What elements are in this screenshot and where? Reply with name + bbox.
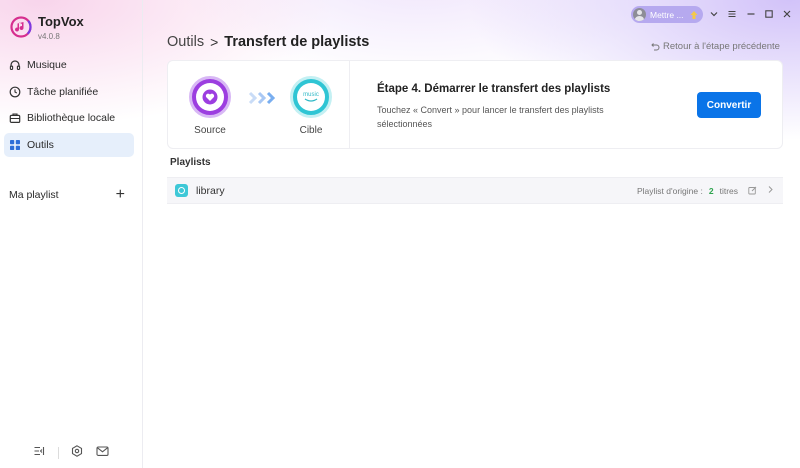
- avatar: [633, 8, 646, 21]
- breadcrumb-root[interactable]: Outils: [167, 34, 204, 50]
- step-description: Touchez « Convert » pour lancer le trans…: [377, 105, 604, 129]
- sidebar-item-musique[interactable]: Musique: [4, 53, 134, 77]
- sidebar-item-outils[interactable]: Outils: [4, 132, 134, 157]
- sidebar-collapse-icon[interactable]: [33, 444, 45, 462]
- menu-icon[interactable]: [726, 8, 738, 20]
- target-service-badge: music: [290, 76, 332, 118]
- breadcrumb: Outils > Transfert de playlists: [167, 32, 369, 52]
- briefcase-icon: [9, 112, 21, 124]
- mail-icon[interactable]: [96, 444, 109, 462]
- transfer-arrows-icon: [248, 91, 276, 105]
- headphones-icon: [9, 59, 21, 71]
- playlist-service-icon: [175, 184, 188, 197]
- sidebar-footer: [33, 444, 109, 462]
- edit-icon[interactable]: [748, 186, 757, 195]
- topvox-logo-icon: [10, 16, 32, 38]
- transfer-flow: music Source Cible: [168, 61, 350, 148]
- chevron-down-icon[interactable]: [708, 8, 720, 20]
- playlist-origin-label: Playlist d'origine :: [636, 185, 703, 196]
- playlist-row[interactable]: library Playlist d'origine : 2 titres: [167, 177, 783, 204]
- maximize-icon[interactable]: [763, 8, 775, 20]
- add-playlist-button[interactable]: +: [116, 187, 125, 203]
- app-window: TopVox v4.0.8 Musique Tâche planifiée Bi…: [0, 0, 800, 468]
- target-label: Cible: [299, 125, 323, 136]
- user-account-button[interactable]: Mettre ...: [631, 6, 703, 23]
- playlists-section-title: Playlists: [170, 157, 211, 168]
- heart-icon: [202, 89, 218, 105]
- amazon-music-logo-icon: music: [297, 83, 325, 111]
- source-label: Source: [194, 125, 226, 136]
- app-logo: TopVox v4.0.8: [10, 14, 84, 42]
- playlist-name: library: [196, 184, 225, 197]
- chevron-right-icon[interactable]: [767, 185, 774, 197]
- convert-button[interactable]: Convertir: [697, 92, 761, 118]
- undo-icon: [651, 43, 660, 51]
- breadcrumb-separator: >: [210, 34, 219, 50]
- back-to-previous-step-link[interactable]: Retour à l'étape précédente: [651, 41, 780, 52]
- sidebar-item-bibliotheque-locale[interactable]: Bibliothèque locale: [4, 106, 134, 130]
- transfer-step-card: music Source Cible Étape 4. Démarrer le …: [167, 60, 783, 149]
- user-label: Mettre ...: [650, 9, 684, 20]
- close-icon[interactable]: [781, 8, 793, 20]
- playlist-meta: Playlist d'origine : 2 titres: [637, 186, 738, 196]
- page-title: Transfert de playlists: [224, 34, 370, 50]
- sidebar-item-label: Bibliothèque locale: [27, 112, 116, 125]
- app-version: v4.0.8: [38, 32, 60, 41]
- sidebar-nav: Musique Tâche planifiée Bibliothèque loc…: [4, 53, 134, 159]
- clock-icon: [9, 86, 21, 98]
- sidebar-item-label: Musique: [27, 59, 67, 71]
- playlist-track-unit: titres: [719, 185, 738, 196]
- sidebar-item-tache-planifiee[interactable]: Tâche planifiée: [4, 80, 134, 104]
- sidebar-item-label: Tâche planifiée: [27, 85, 99, 98]
- step-title: Étape 4. Démarrer le transfert des playl…: [377, 83, 611, 95]
- minimize-icon[interactable]: [745, 8, 757, 20]
- playlist-track-count: 2: [708, 185, 714, 196]
- my-playlist-label: Ma playlist: [9, 189, 59, 201]
- settings-icon[interactable]: [71, 444, 83, 462]
- back-link-label: Retour à l'étape précédente: [663, 41, 780, 52]
- app-name: TopVox: [38, 14, 84, 29]
- sidebar: TopVox v4.0.8 Musique Tâche planifiée Bi…: [0, 0, 143, 468]
- sidebar-item-label: Outils: [27, 138, 54, 151]
- divider: [57, 447, 59, 459]
- my-playlist-header: Ma playlist +: [9, 187, 125, 203]
- source-service-badge: [189, 76, 231, 118]
- upgrade-icon: [690, 10, 698, 19]
- grid-icon: [9, 139, 21, 151]
